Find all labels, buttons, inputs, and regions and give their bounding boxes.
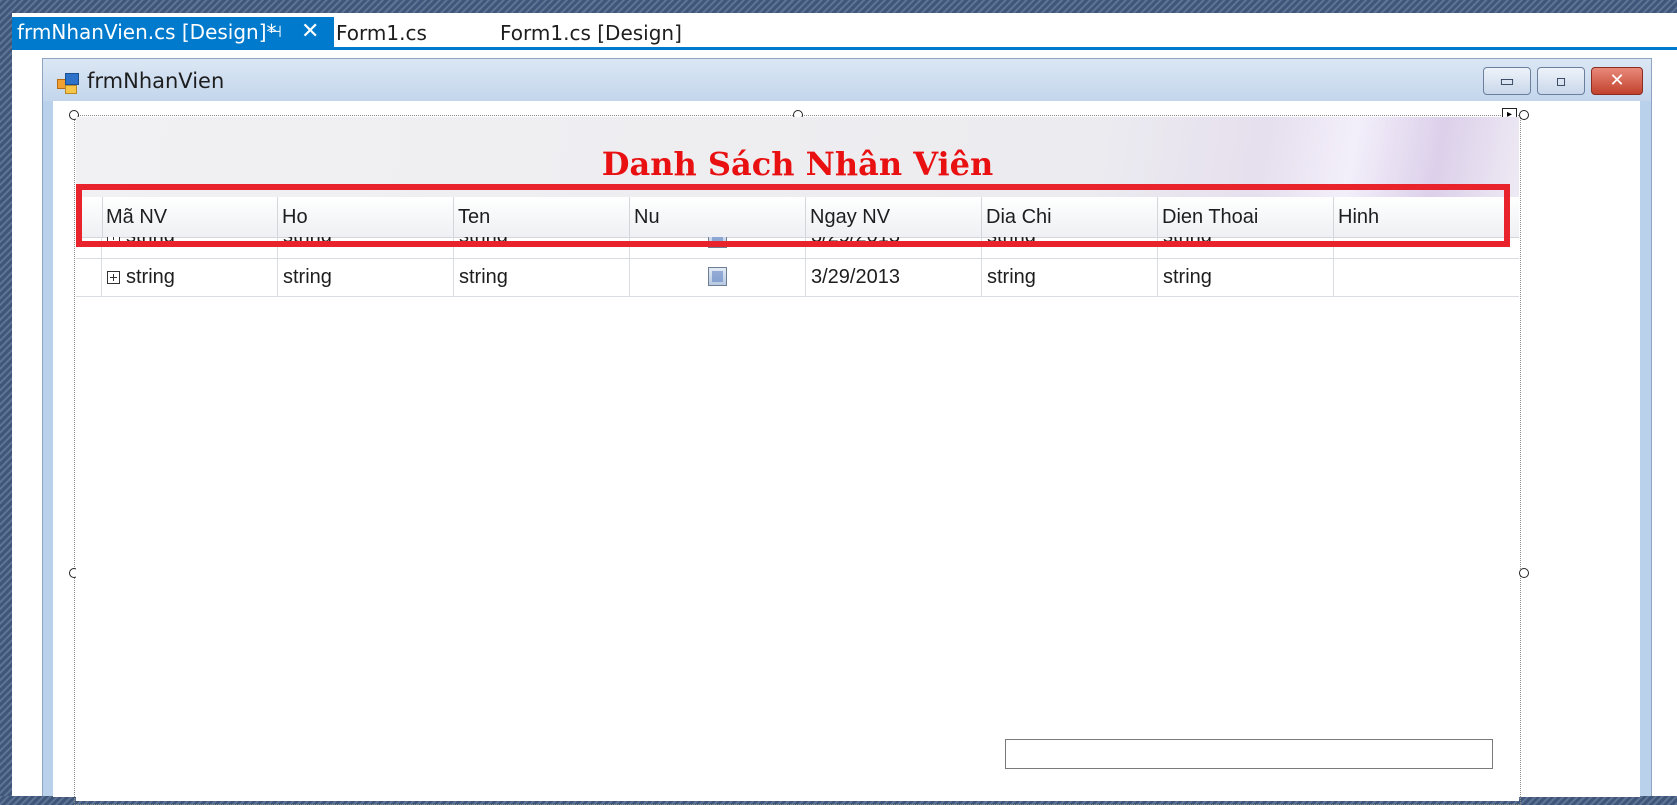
pin-icon[interactable]: ⊣	[268, 17, 282, 47]
cell-text: string	[126, 266, 175, 288]
page-title: Danh Sách Nhân Viên	[601, 145, 994, 183]
cell-text: string	[126, 237, 175, 247]
form-titlebar[interactable]: frmNhanVien ▭ ▫ ✕	[43, 59, 1651, 101]
tab-label: Form1.cs [Design]	[500, 21, 682, 45]
cell-nu[interactable]	[630, 237, 806, 258]
column-header-nu[interactable]: Nu	[630, 197, 806, 237]
cell-dien-thoai[interactable]: string	[1158, 258, 1334, 296]
cell-ma-nv[interactable]: string	[102, 237, 278, 258]
close-icon: ✕	[1609, 70, 1625, 91]
cell-text: 3/29/2013	[811, 237, 900, 248]
tab-frmnhanvien-design[interactable]: frmNhanVien.cs [Design]* ⊣ ✕	[12, 17, 334, 47]
cell-text: string	[987, 237, 1036, 248]
tab-label: Form1.cs	[336, 21, 427, 45]
maximize-button[interactable]: ▫	[1537, 67, 1585, 95]
cell-text: string	[987, 266, 1036, 288]
cell-text: 3/29/2013	[811, 266, 900, 288]
cell-ma-nv[interactable]: string	[102, 258, 278, 296]
row-header-cell[interactable]	[76, 237, 102, 258]
cell-nu[interactable]	[630, 258, 806, 296]
table-row[interactable]: string string string 3/29/2013 string st…	[76, 258, 1519, 297]
nu-checkbox[interactable]	[708, 267, 727, 286]
column-header-dia-chi[interactable]: Dia Chi	[982, 197, 1158, 237]
maximize-icon: ▫	[1555, 71, 1567, 90]
column-header-ten[interactable]: Ten	[454, 197, 630, 237]
expand-icon[interactable]	[107, 271, 120, 285]
visual-studio-editor: frmNhanVien.cs [Design]* ⊣ ✕ Form1.cs Fo…	[12, 13, 1677, 805]
cell-ngay-nv[interactable]: 3/29/2013	[806, 258, 982, 296]
cell-text: string	[459, 266, 508, 288]
minimize-button[interactable]: ▭	[1483, 67, 1531, 95]
header-panel: Danh Sách Nhân Viên	[76, 117, 1519, 197]
column-header-ngay-nv[interactable]: Ngay NV	[806, 197, 982, 237]
column-header-dien-thoai[interactable]: Dien Thoai	[1158, 197, 1334, 237]
cell-hinh[interactable]	[1334, 258, 1519, 296]
cell-ho[interactable]: string	[278, 237, 454, 258]
tab-label: frmNhanVien.cs [Design]*	[17, 20, 277, 44]
tab-form1-design[interactable]: Form1.cs [Design]	[500, 19, 682, 47]
partial-control-box[interactable]	[1005, 739, 1493, 769]
cell-text: string	[283, 237, 332, 248]
cell-text: string	[283, 266, 332, 288]
column-header-hinh[interactable]: Hinh	[1334, 197, 1519, 237]
form-window[interactable]: frmNhanVien ▭ ▫ ✕ ▸ Danh Sách Nhân Viên …	[42, 58, 1652, 805]
form-client-area: ▸ Danh Sách Nhân Viên Mã NV Ho Ten Nu Ng…	[53, 101, 1640, 805]
resize-handle-right[interactable]	[1519, 568, 1529, 578]
cell-dia-chi[interactable]: string	[982, 258, 1158, 296]
cell-text: string	[1163, 237, 1212, 248]
cell-hinh[interactable]	[1334, 237, 1519, 258]
row-header-cell[interactable]	[76, 258, 102, 296]
nu-checkbox[interactable]	[708, 237, 727, 248]
table-row[interactable]: string string string 3/29/2013 string st…	[76, 237, 1519, 259]
document-tab-strip: frmNhanVien.cs [Design]* ⊣ ✕ Form1.cs Fo…	[12, 13, 1677, 50]
form-icon	[57, 73, 79, 94]
expand-icon[interactable]	[107, 237, 120, 244]
form-title: frmNhanVien	[87, 69, 225, 93]
cell-dien-thoai[interactable]: string	[1158, 237, 1334, 258]
grid-column-headers: Mã NV Ho Ten Nu Ngay NV Dia Chi Dien Tho…	[76, 197, 1519, 238]
employee-data-grid[interactable]: Mã NV Ho Ten Nu Ngay NV Dia Chi Dien Tho…	[76, 197, 1519, 801]
form-designer-surface: frmNhanVien ▭ ▫ ✕ ▸ Danh Sách Nhân Viên …	[12, 50, 1677, 805]
minimize-icon: ▭	[1499, 71, 1515, 90]
cell-ten[interactable]: string	[454, 237, 630, 258]
close-icon[interactable]: ✕	[301, 17, 319, 47]
tab-form1-cs[interactable]: Form1.cs	[336, 19, 427, 47]
cell-ho[interactable]: string	[278, 258, 454, 296]
column-header-ma-nv[interactable]: Mã NV	[102, 197, 278, 237]
row-header-corner[interactable]	[76, 197, 103, 237]
resize-handle-top-right[interactable]	[1519, 110, 1529, 120]
cell-text: string	[459, 237, 508, 248]
cell-ten[interactable]: string	[454, 258, 630, 296]
cell-ngay-nv[interactable]: 3/29/2013	[806, 237, 982, 258]
close-button[interactable]: ✕	[1591, 67, 1643, 95]
column-header-ho[interactable]: Ho	[278, 197, 454, 237]
cell-text: string	[1163, 266, 1212, 288]
cell-dia-chi[interactable]: string	[982, 237, 1158, 258]
